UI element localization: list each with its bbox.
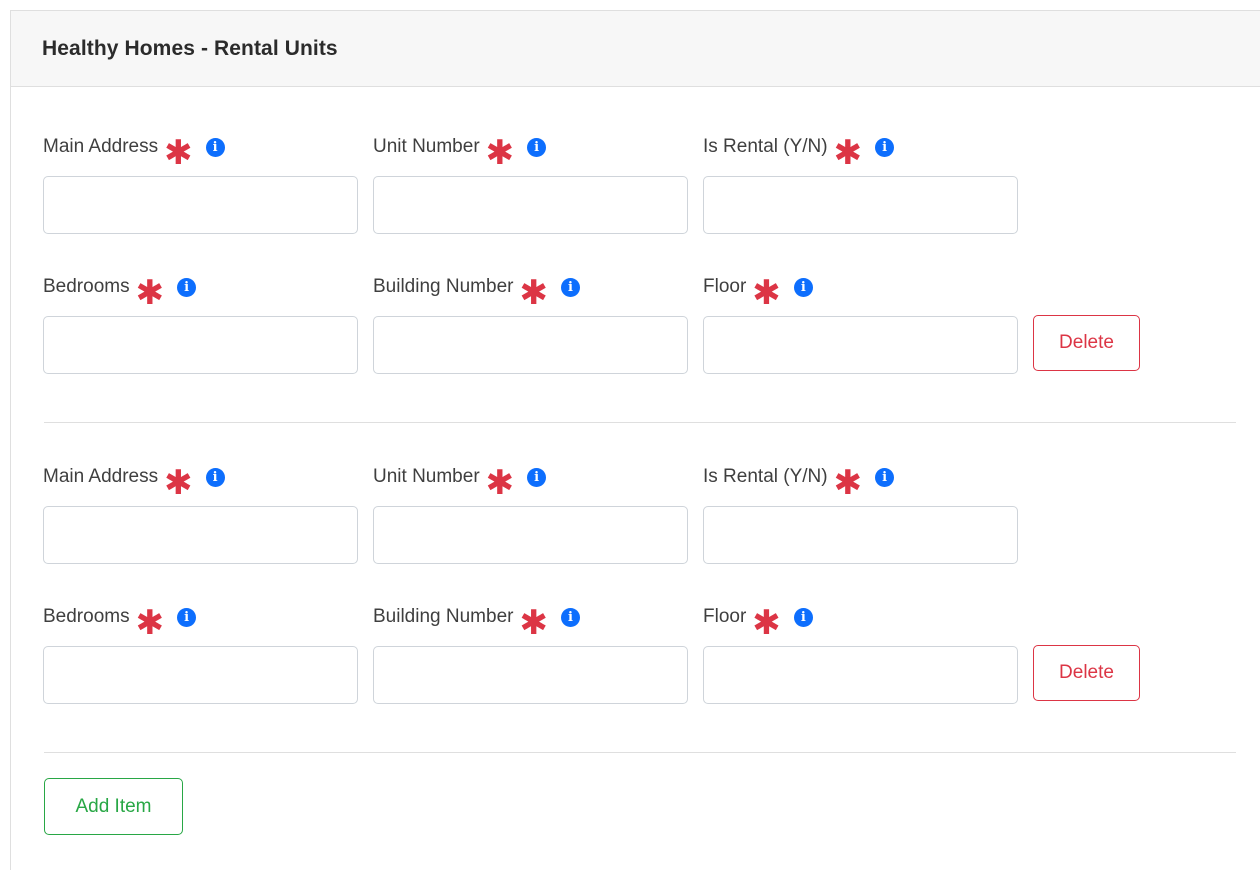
info-icon[interactable]: i <box>875 137 895 157</box>
building-number-label: Building Number ✱ i <box>373 272 580 310</box>
info-icon[interactable]: i <box>793 607 813 627</box>
required-icon: ✱ <box>485 464 515 502</box>
required-icon: ✱ <box>833 464 863 502</box>
bedrooms-label: Bedrooms ✱ i <box>43 272 197 310</box>
divider <box>44 752 1236 753</box>
required-icon: ✱ <box>752 274 781 312</box>
required-icon: ✱ <box>485 134 515 172</box>
info-icon[interactable]: i <box>875 467 895 487</box>
info-icon[interactable]: i <box>205 137 225 157</box>
unit-number-input[interactable] <box>373 506 688 564</box>
floor-label: Floor ✱ i <box>703 272 813 310</box>
is-rental-input[interactable] <box>703 506 1018 564</box>
required-icon: ✱ <box>519 274 548 312</box>
info-icon[interactable]: i <box>177 277 197 297</box>
floor-input[interactable] <box>703 646 1018 704</box>
building-number-input[interactable] <box>373 316 688 374</box>
floor-label: Floor ✱ i <box>703 602 813 640</box>
unit-number-input[interactable] <box>373 176 688 234</box>
main-address-input[interactable] <box>43 506 358 564</box>
bedrooms-input[interactable] <box>43 646 358 704</box>
building-number-input[interactable] <box>373 646 688 704</box>
bedrooms-input[interactable] <box>43 316 358 374</box>
delete-button[interactable]: Delete <box>1033 645 1140 701</box>
main-address-input[interactable] <box>43 176 358 234</box>
delete-button[interactable]: Delete <box>1033 315 1140 371</box>
rental-units-card: Healthy Homes - Rental Units Main Addres… <box>10 10 1260 870</box>
info-icon[interactable]: i <box>560 607 580 627</box>
info-icon[interactable]: i <box>560 277 580 297</box>
info-icon[interactable]: i <box>177 607 197 627</box>
info-icon[interactable]: i <box>793 277 813 297</box>
bedrooms-label: Bedrooms ✱ i <box>43 602 197 640</box>
building-number-label: Building Number ✱ i <box>373 602 580 640</box>
required-icon: ✱ <box>752 604 781 642</box>
required-icon: ✱ <box>833 134 863 172</box>
required-icon: ✱ <box>164 134 193 172</box>
card-header: Healthy Homes - Rental Units <box>11 11 1260 87</box>
main-address-label: Main Address ✱ i <box>43 132 225 170</box>
floor-input[interactable] <box>703 316 1018 374</box>
divider <box>44 422 1236 423</box>
unit-number-label: Unit Number ✱ i <box>373 132 547 170</box>
info-icon[interactable]: i <box>527 467 547 487</box>
unit-number-label: Unit Number ✱ i <box>373 462 547 500</box>
info-icon[interactable]: i <box>527 137 547 157</box>
main-address-label: Main Address ✱ i <box>43 462 225 500</box>
add-item-button[interactable]: Add Item <box>44 778 183 835</box>
required-icon: ✱ <box>519 604 548 642</box>
required-icon: ✱ <box>135 604 165 642</box>
required-icon: ✱ <box>135 274 165 312</box>
info-icon[interactable]: i <box>205 467 225 487</box>
is-rental-label: Is Rental (Y/N) ✱ i <box>703 462 895 500</box>
required-icon: ✱ <box>164 464 193 502</box>
is-rental-input[interactable] <box>703 176 1018 234</box>
is-rental-label: Is Rental (Y/N) ✱ i <box>703 132 895 170</box>
card-title: Healthy Homes - Rental Units <box>42 36 338 60</box>
